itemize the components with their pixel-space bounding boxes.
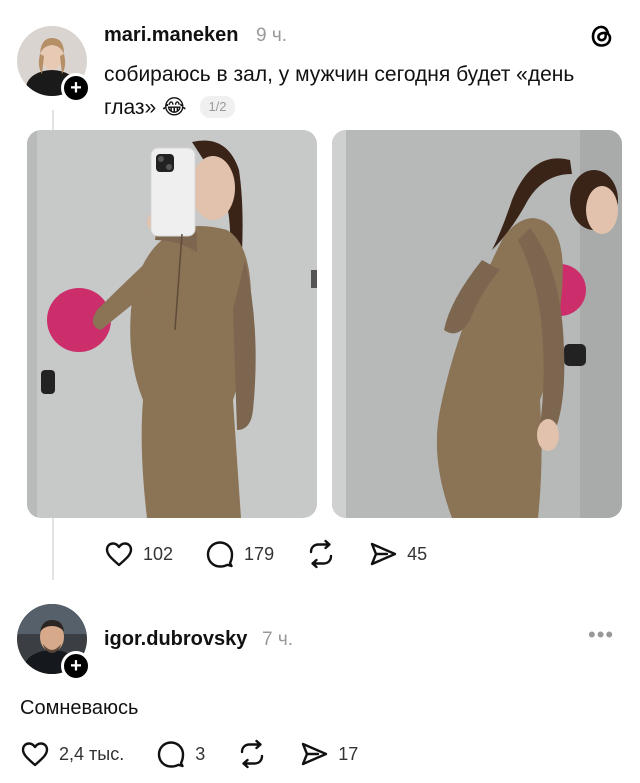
reply-text: Сомневаюсь [20, 697, 139, 719]
reply-comment-button[interactable]: 3 [156, 739, 205, 769]
reply-share-count: 17 [338, 743, 359, 764]
heart-icon [105, 542, 133, 567]
post-time: 9 ч. [256, 25, 288, 46]
follow-plus-icon[interactable]: + [61, 73, 91, 103]
share-count: 45 [407, 543, 428, 564]
reply-time: 7 ч. [262, 629, 294, 650]
post-photo-1[interactable] [27, 130, 317, 518]
reply-follow-plus-icon[interactable]: + [61, 651, 91, 681]
reply-actions: 2,4 тыс. 3 17 [20, 739, 390, 769]
repost-button[interactable] [306, 539, 336, 569]
reply-like-count: 2,4 тыс. [59, 743, 125, 764]
reply-like-button[interactable]: 2,4 тыс. [20, 739, 124, 769]
threads-logo-icon[interactable] [588, 22, 616, 50]
repost-icon [241, 739, 264, 769]
reply-repost-button[interactable] [237, 739, 267, 769]
like-count: 102 [143, 543, 174, 564]
reply-comment-count: 3 [195, 743, 206, 764]
laughing-emoji: 😂 [162, 96, 187, 119]
comment-count: 179 [244, 543, 275, 564]
comment-button[interactable]: 179 [205, 539, 274, 569]
post-username[interactable]: mari.maneken [104, 24, 239, 47]
image-pager: 1/2 [200, 96, 235, 118]
send-icon [370, 542, 397, 566]
post-actions: 102 179 45 [104, 539, 459, 569]
like-button[interactable]: 102 [104, 539, 173, 569]
reply-share-button[interactable]: 17 [299, 739, 358, 769]
reply-username[interactable]: igor.dubrovsky [104, 628, 247, 651]
repost-icon [309, 539, 333, 569]
post: + mari.maneken 9 ч. собираюсь в зал, у м… [0, 0, 640, 590]
share-button[interactable]: 45 [368, 539, 427, 569]
comment-bubble-icon [158, 741, 185, 768]
comment-bubble-icon [206, 541, 234, 568]
post-text: собираюсь в зал, у мужчин сегодня будет … [104, 58, 614, 124]
more-dots-icon[interactable]: ••• [588, 624, 614, 646]
heart-icon [21, 742, 49, 767]
post-photo-2[interactable] [332, 130, 622, 518]
send-icon [302, 742, 328, 766]
